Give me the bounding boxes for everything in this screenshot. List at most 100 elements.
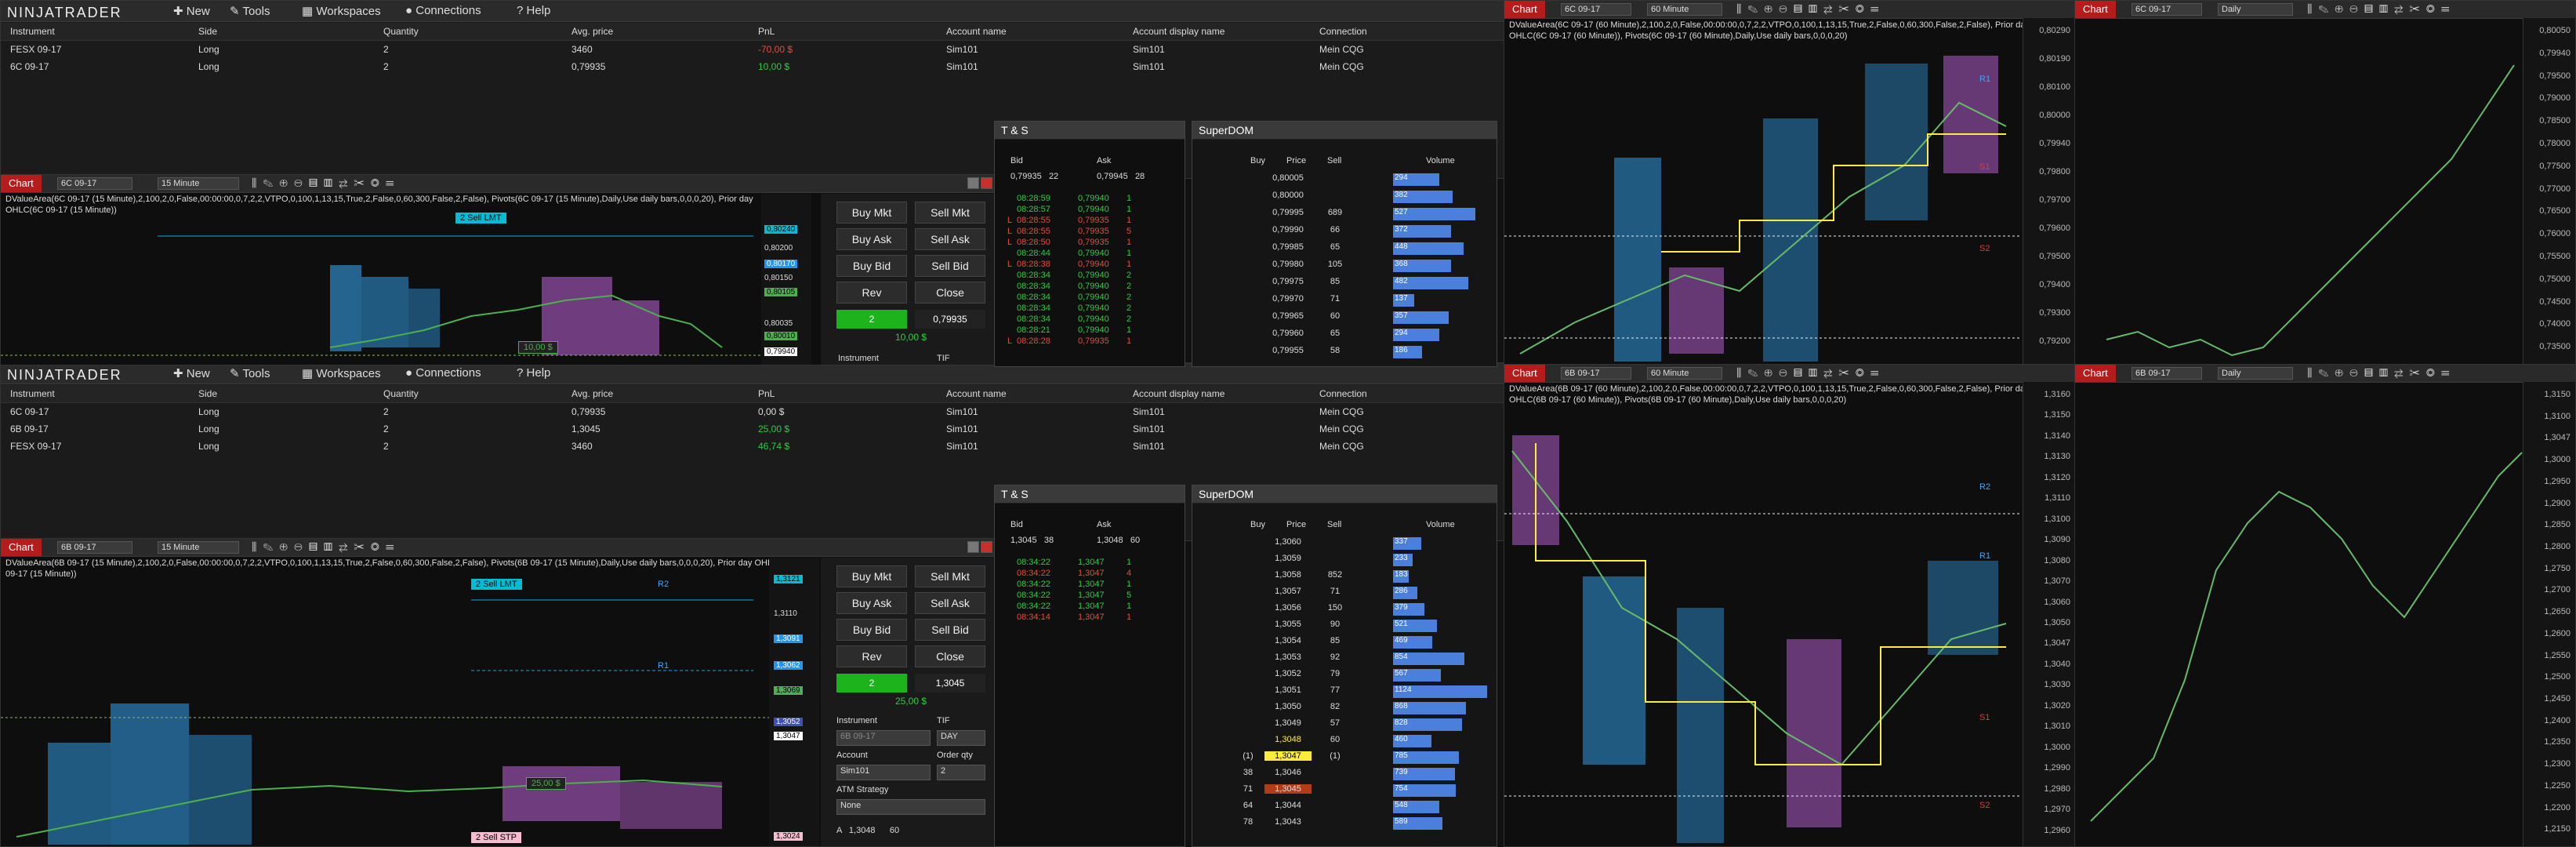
chart-tab[interactable]: Chart: [1504, 1, 1545, 18]
time-and-sales-top[interactable]: T & S Bid Ask 0,79935 22 0,79945 28 08:2…: [994, 121, 1185, 367]
dom-row[interactable]: 1,3055 90 521: [1192, 620, 1497, 636]
col-instrument[interactable]: Instrument: [10, 26, 55, 37]
dom-price[interactable]: 0,79975: [1264, 277, 1312, 286]
menu-new[interactable]: ✚ New: [173, 4, 210, 18]
dom-price[interactable]: 1,3051: [1264, 685, 1312, 695]
superdom-bottom[interactable]: SuperDOM Buy Price Sell Volume 1,3060 337…: [1192, 485, 1497, 847]
dom-sell[interactable]: 92: [1319, 653, 1351, 662]
chart-tab[interactable]: Chart: [2075, 1, 2116, 18]
time-and-sales-bottom[interactable]: T & S Bid Ask 1,3045 38 1,3048 60 08:34:…: [994, 485, 1185, 847]
menu-help[interactable]: ? Help: [517, 366, 550, 380]
dom-row[interactable]: 0,79965 60 357: [1192, 311, 1497, 329]
col-avg-price[interactable]: Avg. price: [571, 26, 613, 37]
dom-sell[interactable]: 689: [1319, 208, 1351, 217]
col-account-display[interactable]: Account display name: [1133, 26, 1225, 37]
dom-row[interactable]: 1,3054 85 469: [1192, 636, 1497, 653]
dom-sell[interactable]: 77: [1319, 685, 1351, 695]
dom-sell[interactable]: 852: [1319, 570, 1351, 580]
buy-market-button[interactable]: Buy Mkt: [836, 202, 907, 224]
interval-selector[interactable]: 60 Minute: [1647, 367, 1722, 380]
col-avg-price[interactable]: Avg. price: [571, 388, 613, 399]
dom-row[interactable]: 1,3060 337: [1192, 537, 1497, 554]
dom-price[interactable]: 1,3043: [1264, 817, 1312, 827]
menu-connections[interactable]: ● Connections: [405, 4, 481, 17]
menu-connections[interactable]: ● Connections: [405, 366, 481, 380]
sell-bid-button[interactable]: Sell Bid: [915, 255, 985, 277]
dom-row[interactable]: 1,3057 71 286: [1192, 587, 1497, 603]
menu-tools[interactable]: ✎ Tools: [230, 4, 270, 18]
dom-buy[interactable]: 38: [1236, 768, 1260, 777]
dom-sell[interactable]: 66: [1319, 225, 1351, 234]
order-qty-stepper[interactable]: 2: [937, 765, 985, 780]
dom-buy[interactable]: 78: [1236, 817, 1260, 827]
dom-row[interactable]: 0,79985 65 448: [1192, 242, 1497, 260]
instrument-selector[interactable]: 6C 09-17: [57, 177, 132, 190]
dom-price[interactable]: 0,80005: [1264, 173, 1312, 183]
buy-bid-button[interactable]: Buy Bid: [836, 255, 907, 277]
close-button[interactable]: Close: [915, 282, 985, 304]
chart-tab[interactable]: Chart: [2075, 365, 2116, 382]
sell-ask-button[interactable]: Sell Ask: [915, 228, 985, 250]
dom-price[interactable]: 1,3054: [1264, 636, 1312, 645]
chart-tool-icons[interactable]: ⫼✎⊕⊖▤▥⇄✂◎☰: [2307, 366, 2456, 380]
menu-new[interactable]: ✚ New: [173, 366, 210, 380]
interval-selector[interactable]: 15 Minute: [158, 177, 239, 190]
dom-row[interactable]: 0,79995 689 527: [1192, 208, 1497, 225]
dom-sell[interactable]: 60: [1319, 311, 1351, 321]
atm-select[interactable]: None: [836, 799, 985, 815]
chart-window-6c-60min[interactable]: Chart 6C 09-17 60 Minute ⫼✎⊕⊖▤▥⇄✂◎☰ DVal…: [1504, 0, 2076, 365]
dom-sell[interactable]: 58: [1319, 346, 1351, 355]
dom-price[interactable]: 0,79955: [1264, 346, 1312, 355]
dom-row[interactable]: 0,79960 65 294: [1192, 329, 1497, 346]
dom-row[interactable]: 1,3052 79 567: [1192, 669, 1497, 685]
chart-tab[interactable]: Chart: [1, 539, 42, 556]
dom-row[interactable]: 64 1,3044 548: [1192, 801, 1497, 817]
dom-sell[interactable]: 79: [1319, 669, 1351, 678]
table-row[interactable]: 6B 09-17 Long 2 1,3045 25,00 $ Sim101 Si…: [1, 420, 1504, 438]
dom-row[interactable]: 1,3050 82 868: [1192, 702, 1497, 718]
dom-row[interactable]: 1,3048 60 460: [1192, 735, 1497, 751]
tif-select[interactable]: DAY: [937, 730, 985, 746]
dom-price[interactable]: 1,3056: [1264, 603, 1312, 613]
interval-selector[interactable]: Daily: [2218, 367, 2293, 380]
dom-sell[interactable]: 85: [1319, 277, 1351, 286]
col-pnl[interactable]: PnL: [758, 388, 775, 399]
dom-row[interactable]: 0,79975 85 482: [1192, 277, 1497, 294]
dom-price[interactable]: 1,3048: [1264, 735, 1312, 744]
instrument-selector[interactable]: 6B 09-17: [1561, 367, 1631, 380]
dom-buy[interactable]: (1): [1236, 751, 1260, 761]
col-account-display[interactable]: Account display name: [1133, 388, 1225, 399]
dom-row[interactable]: 0,79955 58 186: [1192, 346, 1497, 363]
instrument-select[interactable]: 6B 09-17: [836, 730, 931, 746]
dom-row[interactable]: 1,3051 77 1124: [1192, 685, 1497, 702]
dom-price[interactable]: 0,79995: [1264, 208, 1312, 217]
superdom-top[interactable]: SuperDOM Buy Price Sell Volume 0,80005 29…: [1192, 121, 1497, 367]
chart-window-6c-daily[interactable]: Chart 6C 09-17 Daily ⫼✎⊕⊖▤▥⇄✂◎☰ 0,80050 0…: [2074, 0, 2576, 365]
interval-selector[interactable]: Daily: [2218, 3, 2293, 16]
dom-row[interactable]: 78 1,3043 589: [1192, 817, 1497, 834]
chart-tab[interactable]: Chart: [1, 175, 42, 192]
dom-row[interactable]: 0,80000 382: [1192, 191, 1497, 208]
dom-price[interactable]: 1,3060: [1264, 537, 1312, 547]
dom-row[interactable]: 1,3059 233: [1192, 554, 1497, 570]
chart-window-6b-daily[interactable]: Chart 6B 09-17 Daily ⫼✎⊕⊖▤▥⇄✂◎☰ 1,3150 1,…: [2074, 364, 2576, 847]
dom-row[interactable]: 38 1,3046 739: [1192, 768, 1497, 784]
dom-sell[interactable]: 71: [1319, 587, 1351, 596]
dom-price[interactable]: 0,79985: [1264, 242, 1312, 252]
chart-window-6b-60min[interactable]: Chart 6B 09-17 60 Minute ⫼✎⊕⊖▤▥⇄✂◎☰ DVal…: [1504, 364, 2076, 847]
dom-price[interactable]: 1,3053: [1264, 653, 1312, 662]
dom-sell[interactable]: 150: [1319, 603, 1351, 613]
dom-sell[interactable]: 85: [1319, 636, 1351, 645]
dom-row[interactable]: 0,79990 66 372: [1192, 225, 1497, 242]
dom-price[interactable]: 1,3050: [1264, 702, 1312, 711]
col-connection[interactable]: Connection: [1319, 388, 1367, 399]
sell-market-button[interactable]: Sell Mkt: [915, 202, 985, 224]
sell-stop-order-tag[interactable]: 2 Sell STP: [471, 832, 521, 843]
dom-price[interactable]: 0,79960: [1264, 329, 1312, 338]
chart-tool-icons[interactable]: ⫼✎⊕⊖▤▥⇄✂◎☰: [252, 176, 401, 190]
dom-price[interactable]: 1,3059: [1264, 554, 1312, 563]
col-pnl[interactable]: PnL: [758, 26, 775, 37]
dom-price[interactable]: 1,3058: [1264, 570, 1312, 580]
dom-price[interactable]: 1,3045: [1264, 784, 1312, 794]
col-side[interactable]: Side: [198, 26, 217, 37]
